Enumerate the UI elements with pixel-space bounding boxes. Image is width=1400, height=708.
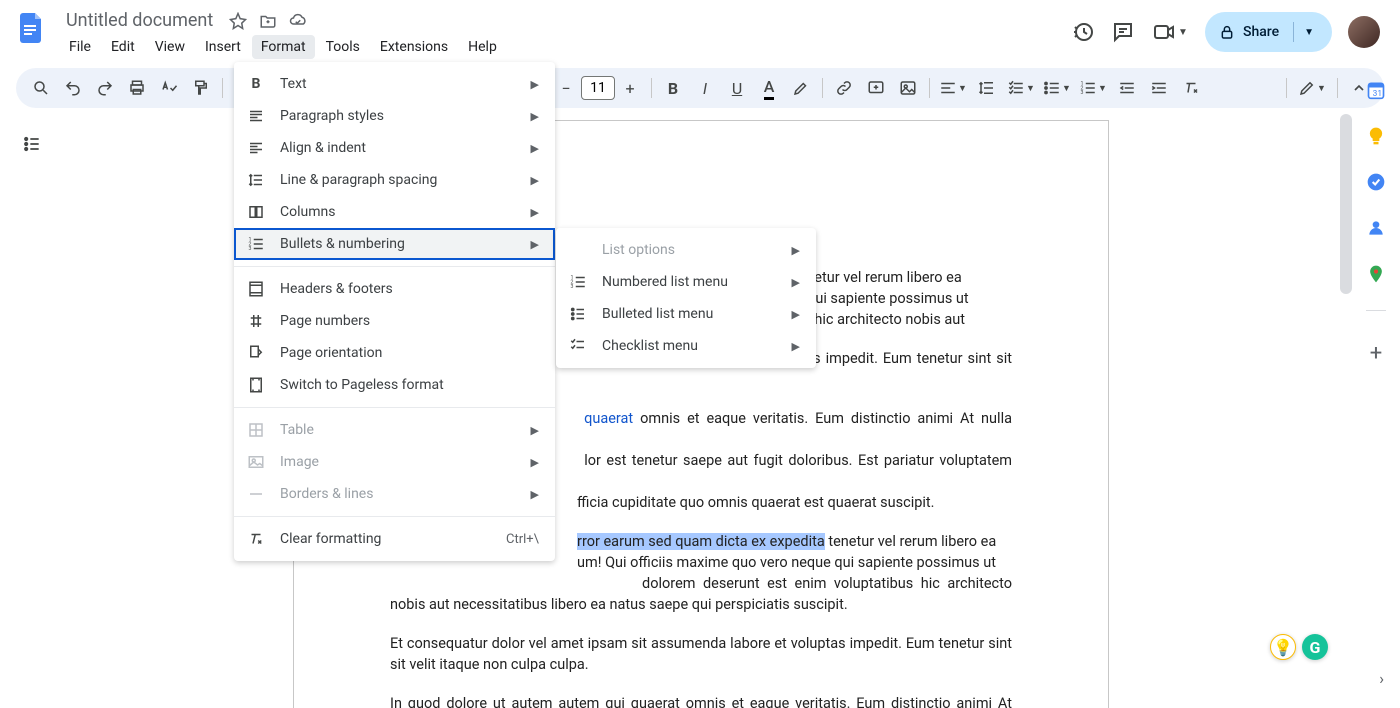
star-icon[interactable] <box>229 12 247 30</box>
menu-item-align-indent[interactable]: Align & indent▶ <box>234 132 555 164</box>
maps-icon[interactable] <box>1366 264 1386 284</box>
menubar: File Edit View Insert Format Tools Exten… <box>56 33 1071 59</box>
share-button[interactable]: Share ▼ <box>1205 12 1332 52</box>
menu-item-page-orientation[interactable]: Page orientation <box>234 337 555 369</box>
underline-icon[interactable]: U <box>722 73 752 103</box>
menu-item-text[interactable]: BText▶ <box>234 68 555 100</box>
selected-text: rror earum sed quam dicta ex expedita <box>577 533 825 550</box>
submenu-item-checklist[interactable]: Checklist menu▶ <box>556 330 816 362</box>
menu-item-bullets-numbering[interactable]: 123Bullets & numbering▶ <box>234 228 555 260</box>
docs-logo[interactable] <box>12 8 52 48</box>
bulleted-list-icon[interactable]: ▼ <box>1040 73 1074 103</box>
add-comment-icon[interactable] <box>861 73 891 103</box>
grammarly-suggestion-icon[interactable]: 💡 <box>1270 634 1296 660</box>
grammarly-icon[interactable]: G <box>1302 634 1328 660</box>
scrollbar[interactable] <box>1340 114 1352 294</box>
show-outline-icon[interactable] <box>18 130 46 158</box>
menu-item-columns[interactable]: Columns▶ <box>234 196 555 228</box>
redo-icon[interactable] <box>90 73 120 103</box>
menu-view[interactable]: View <box>146 35 194 59</box>
menu-extensions[interactable]: Extensions <box>371 35 457 59</box>
checklist-icon[interactable]: ▼ <box>1004 73 1038 103</box>
submenu-item-list-options: List options▶ <box>556 234 816 266</box>
menu-item-image: Image▶ <box>234 446 555 478</box>
menu-tools[interactable]: Tools <box>317 35 369 59</box>
calendar-icon[interactable]: 31 <box>1366 80 1386 100</box>
history-icon[interactable] <box>1071 20 1095 44</box>
menu-item-pageless[interactable]: Switch to Pageless format <box>234 369 555 401</box>
menu-edit[interactable]: Edit <box>102 35 144 59</box>
document-title[interactable]: Untitled document <box>60 8 219 33</box>
account-avatar[interactable] <box>1348 16 1380 48</box>
font-size-plus[interactable]: + <box>615 73 645 103</box>
format-menu: BText▶ Paragraph styles▶ Align & indent▶… <box>234 62 555 561</box>
tasks-icon[interactable] <box>1366 172 1386 192</box>
menu-item-clear-formatting[interactable]: Clear formattingCtrl+\ <box>234 523 555 555</box>
svg-text:31: 31 <box>1373 89 1382 99</box>
svg-text:3: 3 <box>1081 90 1084 96</box>
editing-mode-icon[interactable]: ▼ <box>1293 73 1331 103</box>
hide-sidepanel-icon[interactable]: › <box>1379 669 1384 688</box>
bullets-numbering-submenu: List options▶ 123Numbered list menu▶ Bul… <box>556 228 816 368</box>
svg-text:3: 3 <box>571 284 574 290</box>
cloud-status-icon[interactable] <box>289 12 307 30</box>
body-text: Et consequatur dolor vel amet ipsam sit … <box>390 633 1012 675</box>
body-text: In quod dolore ut autem autem qui quaera… <box>390 693 1012 708</box>
share-label: Share <box>1243 24 1279 40</box>
body-text: etur vel rerum libero ea <box>814 269 961 286</box>
side-panel: 31 + <box>1352 72 1400 708</box>
align-icon[interactable]: ▼ <box>936 73 970 103</box>
menu-item-line-spacing[interactable]: Line & paragraph spacing▶ <box>234 164 555 196</box>
hyperlink[interactable]: quaerat <box>584 410 633 427</box>
text-color-icon[interactable]: A <box>754 73 784 103</box>
move-icon[interactable] <box>259 12 277 30</box>
menu-format[interactable]: Format <box>252 35 315 59</box>
meet-icon[interactable]: ▼ <box>1151 20 1189 44</box>
spellcheck-icon[interactable] <box>154 73 184 103</box>
undo-icon[interactable] <box>58 73 88 103</box>
numbered-list-icon[interactable]: 123▼ <box>1076 73 1110 103</box>
lock-icon <box>1219 24 1235 40</box>
line-spacing-icon[interactable] <box>972 73 1002 103</box>
paint-format-icon[interactable] <box>186 73 216 103</box>
font-size-minus[interactable]: − <box>551 73 581 103</box>
link-icon[interactable] <box>829 73 859 103</box>
menu-item-borders-lines: Borders & lines▶ <box>234 478 555 510</box>
insert-image-icon[interactable] <box>893 73 923 103</box>
indent-decrease-icon[interactable] <box>1112 73 1142 103</box>
keep-icon[interactable] <box>1366 126 1386 146</box>
print-icon[interactable] <box>122 73 152 103</box>
menu-item-headers-footers[interactable]: Headers & footers <box>234 273 555 305</box>
search-icon[interactable] <box>26 73 56 103</box>
menu-file[interactable]: File <box>60 35 100 59</box>
menu-help[interactable]: Help <box>459 35 506 59</box>
indent-increase-icon[interactable] <box>1144 73 1174 103</box>
bold-icon[interactable]: B <box>658 73 688 103</box>
menu-item-page-numbers[interactable]: Page numbers <box>234 305 555 337</box>
font-size-input[interactable] <box>581 76 615 100</box>
comments-icon[interactable] <box>1111 20 1135 44</box>
highlight-icon[interactable] <box>786 73 816 103</box>
italic-icon[interactable]: I <box>690 73 720 103</box>
submenu-item-numbered-list[interactable]: 123Numbered list menu▶ <box>556 266 816 298</box>
clear-format-icon[interactable] <box>1176 73 1206 103</box>
contacts-icon[interactable] <box>1366 218 1386 238</box>
menu-item-paragraph-styles[interactable]: Paragraph styles▶ <box>234 100 555 132</box>
svg-text:3: 3 <box>249 246 252 252</box>
menu-item-table: Table▶ <box>234 414 555 446</box>
add-on-icon[interactable]: + <box>1370 341 1382 366</box>
submenu-item-bulleted-list[interactable]: Bulleted list menu▶ <box>556 298 816 330</box>
toolbar: − + B I U A ▼ ▼ ▼ 123▼ ▼ <box>16 68 1384 108</box>
menu-insert[interactable]: Insert <box>196 35 250 59</box>
